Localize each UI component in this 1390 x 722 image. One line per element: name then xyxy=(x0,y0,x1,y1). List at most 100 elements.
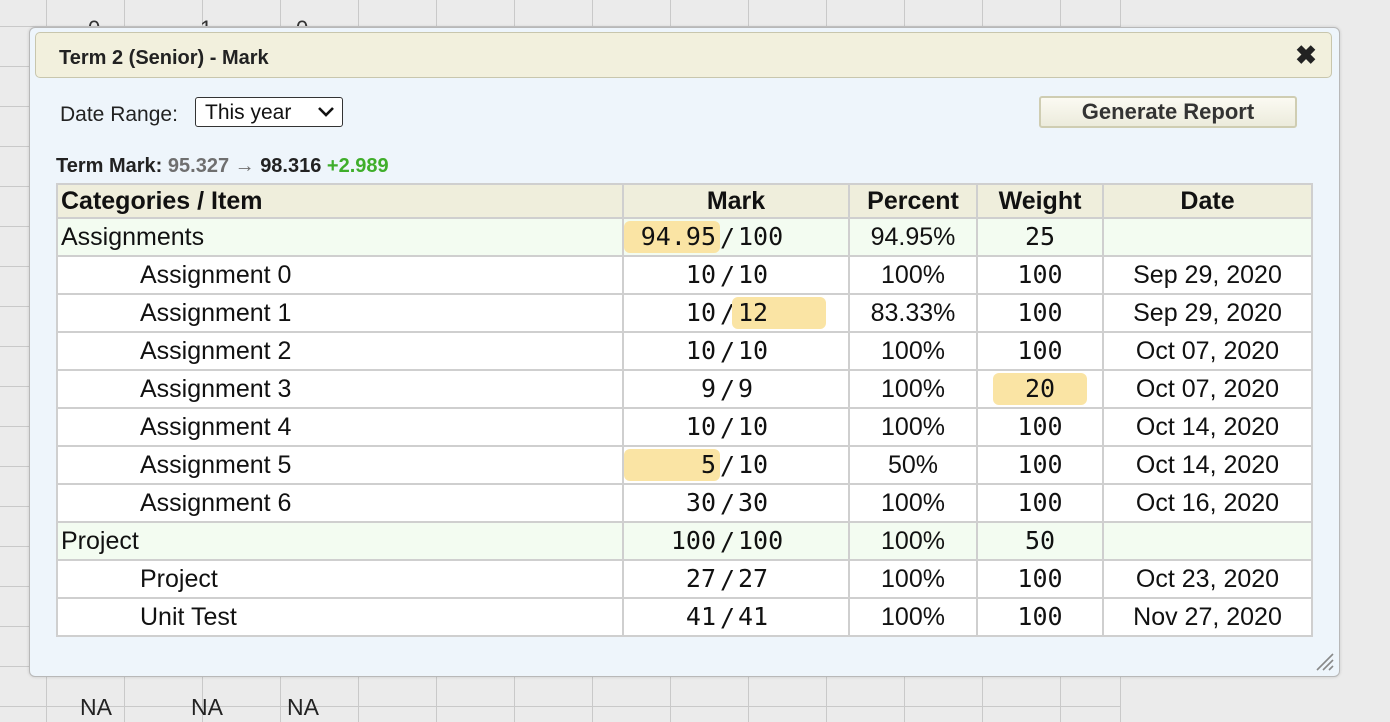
weight-value[interactable]: 100 xyxy=(993,411,1087,443)
date-range-label: Date Range: xyxy=(60,103,178,126)
date-cell: Sep 29, 2020 xyxy=(1102,255,1313,295)
date-cell xyxy=(1102,217,1313,257)
mark-score[interactable]: 5 xyxy=(624,449,720,481)
category-row[interactable]: Assignments 94.95/100 94.95% 25 xyxy=(56,217,1313,257)
mark-score[interactable]: 10 xyxy=(624,259,720,291)
table-row[interactable]: Assignment 5 5/10 50% 100 Oct 14, 2020 xyxy=(56,445,1313,485)
close-icon[interactable]: ✖ xyxy=(1293,42,1319,68)
mark-slash: / xyxy=(720,298,736,328)
mark-cell[interactable]: 9/9 xyxy=(622,369,850,409)
chevron-down-icon xyxy=(318,107,334,117)
mark-cell[interactable]: 30/30 xyxy=(622,483,850,523)
resize-handle-icon[interactable] xyxy=(1313,650,1335,672)
mark-out-of[interactable]: 12 xyxy=(732,297,826,329)
date-range-select[interactable]: This year xyxy=(195,97,343,127)
row-name: Assignment 3 xyxy=(56,369,624,409)
table-row[interactable]: Unit Test 41/41 100% 100 Nov 27, 2020 xyxy=(56,597,1313,637)
table-row[interactable]: Assignment 0 10/10 100% 100 Sep 29, 2020 xyxy=(56,255,1313,295)
row-name: Assignment 4 xyxy=(56,407,624,447)
mark-score[interactable]: 41 xyxy=(624,601,720,633)
weight-value[interactable]: 100 xyxy=(993,563,1087,595)
background-cell-partial: 0 xyxy=(88,16,100,26)
mark-slash: / xyxy=(720,488,736,518)
mark-slash: / xyxy=(720,602,736,632)
mark-cell[interactable]: 10/10 xyxy=(622,255,850,295)
category-row[interactable]: Project 100/100 100% 50 xyxy=(56,521,1313,561)
mark-cell[interactable]: 41/41 xyxy=(622,597,850,637)
mark-score[interactable]: 94.95 xyxy=(624,221,720,253)
weight-value[interactable]: 50 xyxy=(993,525,1087,557)
mark-slash: / xyxy=(720,374,736,404)
mark-out-of[interactable]: 9 xyxy=(732,373,826,405)
row-name: Assignments xyxy=(56,217,624,257)
weight-value[interactable]: 100 xyxy=(993,449,1087,481)
mark-slash: / xyxy=(720,450,736,480)
mark-slash: / xyxy=(720,336,736,366)
weight-value[interactable]: 100 xyxy=(993,487,1087,519)
table-row[interactable]: Project 27/27 100% 100 Oct 23, 2020 xyxy=(56,559,1313,599)
date-range-value: This year xyxy=(205,101,292,124)
mark-out-of[interactable]: 10 xyxy=(732,335,826,367)
table-row[interactable]: Assignment 1 10/12 83.33% 100 Sep 29, 2020 xyxy=(56,293,1313,333)
weight-value[interactable]: 20 xyxy=(993,373,1087,405)
weight-cell[interactable]: 100 xyxy=(976,407,1104,447)
date-cell: Oct 14, 2020 xyxy=(1102,407,1313,447)
mark-cell[interactable]: 94.95/100 xyxy=(622,217,850,257)
mark-out-of[interactable]: 41 xyxy=(732,601,826,633)
mark-score[interactable]: 100 xyxy=(624,525,720,557)
mark-out-of[interactable]: 100 xyxy=(732,525,826,557)
weight-cell[interactable]: 100 xyxy=(976,483,1104,523)
mark-cell[interactable]: 100/100 xyxy=(622,521,850,561)
mark-out-of[interactable]: 10 xyxy=(732,259,826,291)
header-percent: Percent xyxy=(848,183,978,219)
mark-cell[interactable]: 5/10 xyxy=(622,445,850,485)
dialog-titlebar[interactable]: Term 2 (Senior) - Mark ✖ xyxy=(35,32,1332,78)
weight-value[interactable]: 100 xyxy=(993,601,1087,633)
mark-score[interactable]: 27 xyxy=(624,563,720,595)
percent-cell: 100% xyxy=(848,369,978,409)
table-row[interactable]: Assignment 4 10/10 100% 100 Oct 14, 2020 xyxy=(56,407,1313,447)
mark-out-of[interactable]: 10 xyxy=(732,449,826,481)
mark-cell[interactable]: 27/27 xyxy=(622,559,850,599)
mark-out-of[interactable]: 10 xyxy=(732,411,826,443)
row-name: Assignment 1 xyxy=(56,293,624,333)
table-row[interactable]: Assignment 3 9/9 100% 20 Oct 07, 2020 xyxy=(56,369,1313,409)
mark-slash: / xyxy=(720,526,736,556)
weight-cell[interactable]: 50 xyxy=(976,521,1104,561)
table-header-row: Categories / Item Mark Percent Weight Da… xyxy=(56,183,1313,219)
weight-value[interactable]: 100 xyxy=(993,297,1087,329)
weight-cell[interactable]: 100 xyxy=(976,293,1104,333)
table-row[interactable]: Assignment 6 30/30 100% 100 Oct 16, 2020 xyxy=(56,483,1313,523)
weight-cell[interactable]: 100 xyxy=(976,597,1104,637)
percent-cell: 100% xyxy=(848,255,978,295)
table-row[interactable]: Assignment 2 10/10 100% 100 Oct 07, 2020 xyxy=(56,331,1313,371)
mark-score[interactable]: 10 xyxy=(624,335,720,367)
mark-cell[interactable]: 10/12 xyxy=(622,293,850,333)
weight-cell[interactable]: 25 xyxy=(976,217,1104,257)
mark-cell[interactable]: 10/10 xyxy=(622,331,850,371)
mark-score[interactable]: 10 xyxy=(624,411,720,443)
mark-out-of[interactable]: 100 xyxy=(732,221,826,253)
weight-cell[interactable]: 100 xyxy=(976,255,1104,295)
weight-cell[interactable]: 20 xyxy=(976,369,1104,409)
weight-value[interactable]: 25 xyxy=(993,221,1087,253)
weight-cell[interactable]: 100 xyxy=(976,331,1104,371)
row-name: Project xyxy=(56,521,624,561)
mark-cell[interactable]: 10/10 xyxy=(622,407,850,447)
date-cell: Oct 16, 2020 xyxy=(1102,483,1313,523)
mark-score[interactable]: 9 xyxy=(624,373,720,405)
background-bottom-row: NA NA NA xyxy=(0,678,1120,722)
mark-slash: / xyxy=(720,412,736,442)
mark-out-of[interactable]: 30 xyxy=(732,487,826,519)
weight-cell[interactable]: 100 xyxy=(976,445,1104,485)
mark-score[interactable]: 10 xyxy=(624,297,720,329)
mark-out-of[interactable]: 27 xyxy=(732,563,826,595)
term-mark-label: Term Mark: xyxy=(56,155,163,177)
weight-value[interactable]: 100 xyxy=(993,335,1087,367)
percent-cell: 100% xyxy=(848,597,978,637)
weight-cell[interactable]: 100 xyxy=(976,559,1104,599)
generate-report-button[interactable]: Generate Report xyxy=(1039,96,1297,128)
mark-score[interactable]: 30 xyxy=(624,487,720,519)
header-mark: Mark xyxy=(622,183,850,219)
weight-value[interactable]: 100 xyxy=(993,259,1087,291)
